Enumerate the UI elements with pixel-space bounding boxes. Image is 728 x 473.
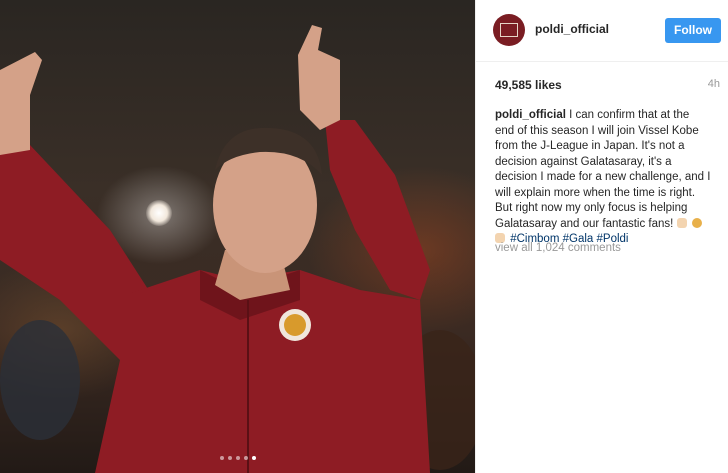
post-caption: poldi_official I can confirm that at the…: [495, 108, 711, 248]
carousel-dot[interactable]: [243, 456, 248, 460]
player-figure: [0, 25, 475, 473]
post-time[interactable]: 4h: [708, 78, 720, 90]
carousel-dot[interactable]: [219, 456, 224, 460]
flexed-biceps-emoji-icon: [676, 217, 687, 228]
avatar[interactable]: [493, 14, 525, 46]
follow-button[interactable]: Follow: [665, 18, 721, 43]
lion-emoji-icon: [691, 217, 702, 228]
caption-username[interactable]: poldi_official: [495, 109, 566, 121]
post-photo[interactable]: [0, 0, 475, 473]
view-all-comments-link[interactable]: view all 1,024 comments: [495, 242, 621, 254]
avatar-logo-icon: [500, 23, 518, 37]
caption-text: I can confirm that at the end of this se…: [495, 109, 711, 230]
username-link[interactable]: poldi_official: [535, 22, 609, 36]
carousel-dots: [0, 456, 475, 460]
post-sidebar: poldi_official Follow 49,585 likes 4h po…: [475, 0, 728, 473]
post-header: poldi_official Follow: [476, 0, 728, 62]
carousel-dot-active[interactable]: [251, 456, 256, 460]
likes-count[interactable]: 49,585 likes: [495, 78, 562, 92]
carousel-dot[interactable]: [227, 456, 232, 460]
carousel-dot[interactable]: [235, 456, 240, 460]
